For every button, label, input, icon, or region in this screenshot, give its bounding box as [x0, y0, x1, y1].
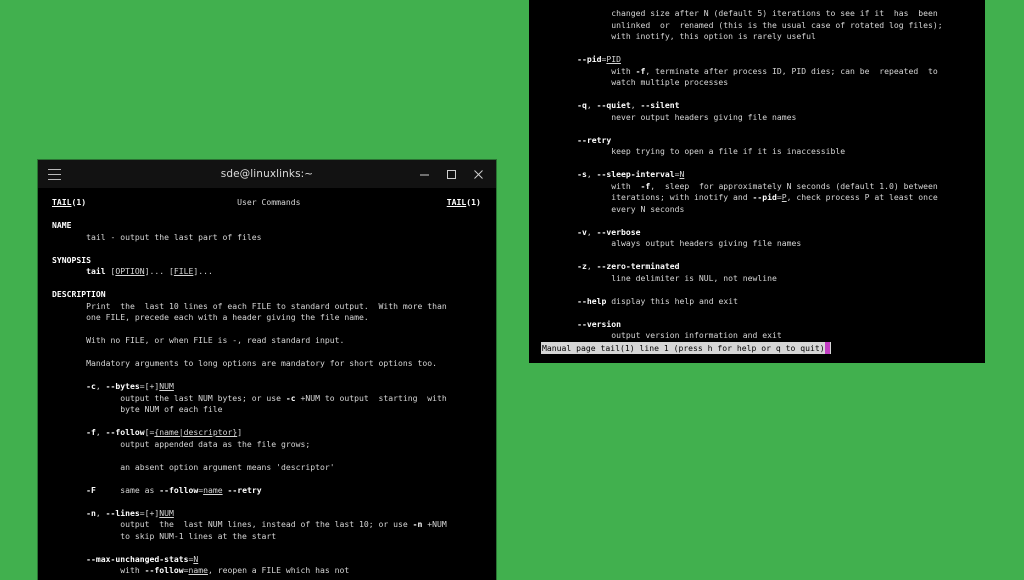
left-terminal-window[interactable]: sde@linuxlinks:~ TAIL(1) User Commands T…	[38, 160, 496, 580]
right-terminal-window[interactable]: changed size after N (default 5) iterati…	[529, 0, 985, 363]
desktop-background: { "desktop": { "background_color": "#41b…	[0, 0, 1024, 580]
right-manpage-text: changed size after N (default 5) iterati…	[577, 8, 943, 340]
less-status-bar: Manual page tail(1) line 1 (press h for …	[541, 342, 831, 354]
hamburger-icon[interactable]	[48, 168, 61, 180]
window-controls	[419, 169, 490, 180]
close-icon[interactable]	[473, 169, 484, 180]
terminal-cursor	[824, 342, 830, 354]
less-status-text: Manual page tail(1) line 1 (press h for …	[542, 343, 825, 353]
maximize-icon[interactable]	[446, 169, 457, 180]
minimize-icon[interactable]	[419, 169, 430, 180]
left-manpage-text: TAIL(1) User Commands TAIL(1) NAME tail …	[52, 197, 481, 575]
left-window-titlebar[interactable]: sde@linuxlinks:~	[38, 160, 496, 188]
